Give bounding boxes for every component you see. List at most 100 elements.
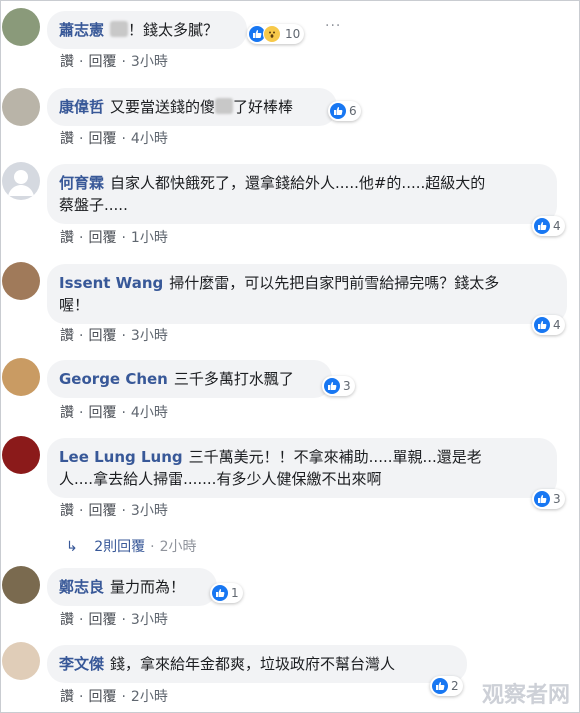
comment-text: 量力而為！ [110,578,186,596]
timestamp[interactable]: 3小時 [131,54,168,70]
comment-actions: 讚 · 回覆 · 4小時 [60,131,168,147]
reply-arrow-icon: ↳ [66,539,78,555]
avatar[interactable] [2,566,40,604]
commenter-name[interactable]: George Chen [59,370,168,388]
reaction-count[interactable]: 6 [328,101,361,121]
timestamp[interactable]: 1小時 [131,230,168,246]
commenter-name[interactable]: Lee Lung Lung [59,448,183,466]
blurred-text [110,21,129,37]
like-icon [330,103,346,119]
comment-actions: 讚 · 回覆 · 1小時 [60,230,168,246]
like-link[interactable]: 讚 [60,503,74,519]
comment-bubble: Lee Lung Lung 三千萬美元！！不拿來補助.....單親...還是老 人… [47,438,557,498]
replies-label[interactable]: 2則回覆 [94,539,145,555]
comment-text: ！錢太多膩？ [128,21,219,39]
comment-text-line1: 掃什麼雷，可以先把自家門前雪給掃完嗎？錢太多 [169,274,500,292]
reply-link[interactable]: 回覆 [88,503,116,519]
reaction-count[interactable]: 4 [532,315,565,335]
like-link[interactable]: 讚 [60,230,74,246]
more-options-icon[interactable]: ··· [325,18,341,34]
reaction-count[interactable]: 2 [430,676,463,696]
reaction-number: 3 [343,379,351,393]
like-icon [534,218,550,234]
blurred-text [215,98,234,114]
reply-link[interactable]: 回覆 [88,612,116,628]
reaction-number: 1 [231,586,239,600]
avatar[interactable] [2,262,40,300]
comment-text-line2: 人....拿去給人掃雷.......有多少人健保繳不出來啊 [59,470,382,488]
like-link[interactable]: 讚 [60,405,74,421]
timestamp[interactable]: 2小時 [131,689,168,705]
reply-link[interactable]: 回覆 [88,54,116,70]
like-link[interactable]: 讚 [60,328,74,344]
comment-actions: 讚 · 回覆 · 3小時 [60,612,168,628]
default-avatar-icon [8,170,34,196]
like-icon [534,317,550,333]
comment-actions: 讚 · 回覆 · 3小時 [60,503,168,519]
comment-bubble: 康偉哲 又要當送錢的傻 了好棒棒 [47,88,337,126]
comment-text-line1: 三千萬美元！！不拿來補助.....單親...還是老 [188,448,482,466]
watermark-logo: 观察者网 [481,683,570,708]
reaction-number: 2 [451,679,459,693]
wow-icon [263,25,281,43]
commenter-name[interactable]: 蕭志憲 [59,21,104,39]
reaction-count[interactable]: 4 [532,216,565,236]
comment-actions: 讚 · 回覆 · 3小時 [60,328,168,344]
comment-actions: 讚 · 回覆 · 3小時 [60,54,168,70]
like-link[interactable]: 讚 [60,54,74,70]
reaction-number: 4 [553,318,561,332]
like-link[interactable]: 讚 [60,612,74,628]
comment-text-end: 了好棒棒 [233,98,294,116]
reaction-number: 4 [553,219,561,233]
reaction-count[interactable]: 1 [210,583,243,603]
replies-time: 2小時 [159,539,197,555]
reaction-number: 6 [349,104,357,118]
comment-bubble: George Chen 三千多萬打水飄了 [47,360,332,398]
reaction-count[interactable]: 3 [532,489,565,509]
commenter-name[interactable]: Issent Wang [59,274,163,292]
like-icon [534,491,550,507]
commenter-name[interactable]: 李文傑 [59,655,104,673]
timestamp[interactable]: 4小時 [131,405,168,421]
comment-text-line2: 蔡盤子..... [59,196,128,214]
comment-text: 錢，拿來給年金都爽，垃圾政府不幫台灣人 [110,655,396,673]
reaction-count[interactable]: 10 [247,24,305,44]
view-replies-link[interactable]: ↳ 2則回覆 · 2小時 [66,536,196,556]
comment-bubble: 李文傑 錢，拿來給年金都爽，垃圾政府不幫台灣人 [47,645,467,683]
avatar[interactable] [2,358,40,396]
comment-text: 三千多萬打水飄了 [173,370,294,388]
comment-bubble: 鄭志良 量力而為！ [47,568,217,606]
comment-actions: 讚 · 回覆 · 2小時 [60,689,168,705]
avatar[interactable] [2,88,40,126]
reaction-count[interactable]: 3 [322,376,355,396]
avatar[interactable] [2,436,40,474]
timestamp[interactable]: 3小時 [131,328,168,344]
comment-actions: 讚 · 回覆 · 4小時 [60,405,168,421]
reply-link[interactable]: 回覆 [88,328,116,344]
comment-text-line1: 自家人都快餓死了，還拿錢給外人.....他#的.....超級大的 [110,174,486,192]
timestamp[interactable]: 3小時 [131,612,168,628]
like-icon [324,378,340,394]
reaction-number: 10 [285,27,301,41]
commenter-name[interactable]: 康偉哲 [59,98,104,116]
avatar[interactable] [2,8,40,46]
comment-text-line2: 喔！ [59,296,90,314]
commenter-name[interactable]: 鄭志良 [59,578,104,596]
comment-bubble: 蕭志憲 ！錢太多膩？ [47,11,247,49]
avatar[interactable] [2,162,40,200]
commenter-name[interactable]: 何育霖 [59,174,104,192]
reply-link[interactable]: 回覆 [88,405,116,421]
timestamp[interactable]: 3小時 [131,503,168,519]
avatar[interactable] [2,642,40,680]
like-icon [432,678,448,694]
like-icon [212,585,228,601]
like-link[interactable]: 讚 [60,131,74,147]
reply-link[interactable]: 回覆 [88,689,116,705]
comment-bubble: Issent Wang 掃什麼雷，可以先把自家門前雪給掃完嗎？錢太多 喔！ [47,264,567,324]
reply-link[interactable]: 回覆 [88,131,116,147]
timestamp[interactable]: 4小時 [131,131,168,147]
reply-link[interactable]: 回覆 [88,230,116,246]
like-link[interactable]: 讚 [60,689,74,705]
comment-text: 又要當送錢的傻 [110,98,216,116]
comment-bubble: 何育霖 自家人都快餓死了，還拿錢給外人.....他#的.....超級大的 蔡盤子.… [47,164,557,224]
